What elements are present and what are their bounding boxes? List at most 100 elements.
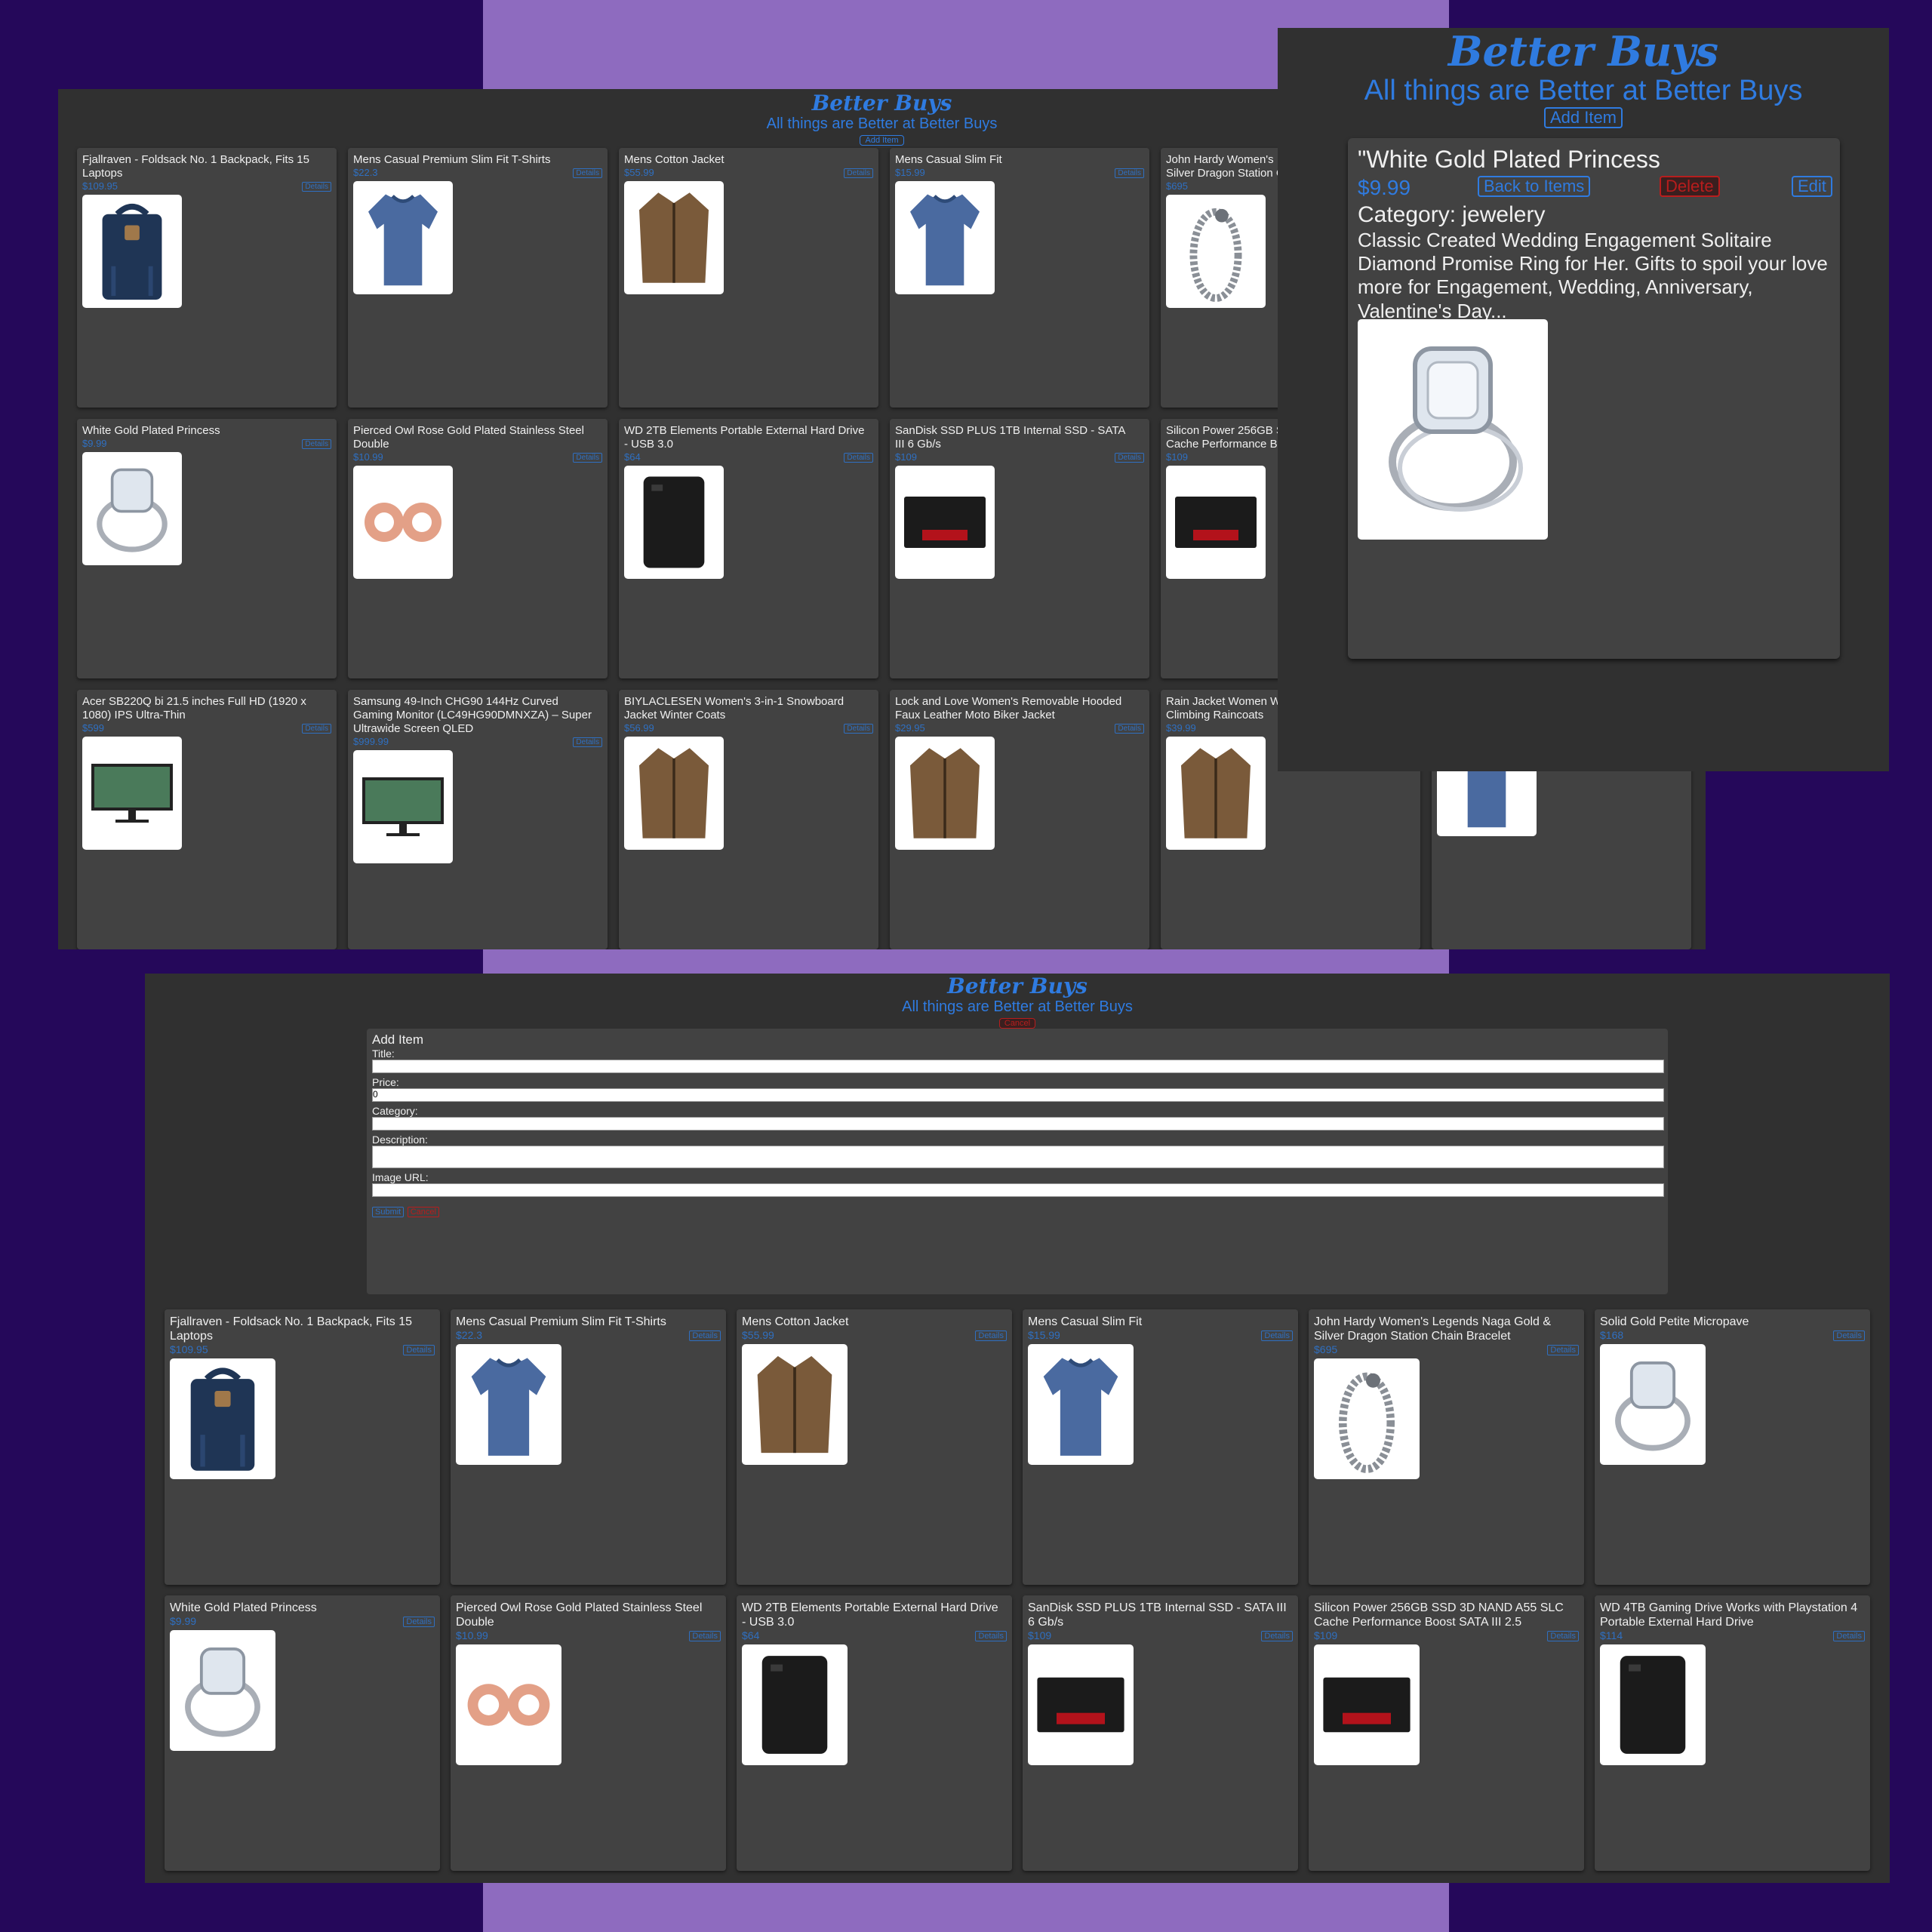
product-price: $10.99 [353,451,383,463]
product-card: Lock and Love Women's Removable Hooded F… [890,690,1149,949]
product-card: Mens Cotton Jacket $55.99 Details [619,148,878,408]
details-button[interactable]: Details [689,1631,721,1642]
details-button[interactable]: Details [1261,1331,1293,1342]
details-button[interactable]: Details [1833,1331,1865,1342]
product-grid: Fjallraven - Foldsack No. 1 Backpack, Fi… [165,1309,1870,1871]
ring-icon [1374,334,1532,526]
details-button[interactable]: Details [844,168,873,178]
product-image [170,1358,275,1480]
product-image [742,1344,848,1466]
item-category: Category: jewelery [1358,202,1546,227]
details-button[interactable]: Details [1115,168,1144,178]
product-card: BIYLACLESEN Women's 3-in-1 Snowboard Jac… [619,690,878,949]
form-heading: Add Item [372,1032,424,1047]
product-image [1600,1644,1706,1766]
details-button[interactable]: Details [844,724,873,734]
product-image [82,737,182,850]
product-image [1166,466,1266,579]
price-input[interactable]: 0 [372,1088,1664,1102]
image-url-input[interactable] [372,1183,1664,1197]
ssd-icon [1318,1649,1415,1761]
product-image [1166,737,1266,850]
product-price: $39.99 [1166,722,1196,734]
title-input[interactable] [372,1060,1664,1073]
product-price: $109 [1314,1629,1338,1642]
shirt-icon [460,1349,557,1460]
details-button[interactable]: Details [844,453,873,463]
item-image [1358,319,1548,540]
brand-logo: Better Buys [1447,28,1719,75]
description-textarea[interactable] [372,1146,1664,1168]
product-card: Fjallraven - Foldsack No. 1 Backpack, Fi… [165,1309,440,1585]
product-image [82,195,182,308]
details-button[interactable]: Details [302,439,331,449]
page-header: Better Buys All things are Better at Bet… [145,974,1890,1029]
add-item-button[interactable]: Add Item [860,135,904,146]
details-button[interactable]: Details [403,1345,435,1356]
product-image [624,466,724,579]
product-title: Pierced Owl Rose Gold Plated Stainless S… [353,424,584,451]
details-button[interactable]: Details [302,724,331,734]
jacket-icon [629,741,719,845]
product-title: Mens Casual Premium Slim Fit T-Shirts [456,1315,666,1328]
details-button[interactable]: Details [1547,1631,1579,1642]
details-button[interactable]: Details [975,1631,1007,1642]
details-button[interactable]: Details [573,168,602,178]
product-image [624,181,724,294]
product-title: BIYLACLESEN Women's 3-in-1 Snowboard Jac… [624,695,844,721]
details-button[interactable]: Details [573,737,602,747]
product-title: Samsung 49-Inch CHG90 144Hz Curved Gamin… [353,695,592,735]
product-card: WD 2TB Elements Portable External Hard D… [619,419,878,678]
product-title: SanDisk SSD PLUS 1TB Internal SSD - SATA… [895,424,1125,451]
category-input[interactable] [372,1117,1664,1131]
product-price: $109 [1166,451,1188,463]
edit-button[interactable]: Edit [1792,176,1832,198]
price-label: Price: [372,1076,399,1088]
details-button[interactable]: Details [573,453,602,463]
product-card: Solid Gold Petite Micropave$168 Details [1595,1309,1870,1585]
details-button[interactable]: Details [302,182,331,192]
product-image [1028,1644,1134,1766]
delete-button[interactable]: Delete [1660,176,1720,198]
details-button[interactable]: Details [1833,1631,1865,1642]
product-image [1600,1344,1706,1466]
bracelet-icon [1318,1363,1415,1475]
back-to-items-button[interactable]: Back to Items [1478,176,1591,198]
product-card: SanDisk SSD PLUS 1TB Internal SSD - SATA… [1023,1595,1298,1871]
product-price: $109 [1028,1629,1052,1642]
ssd-icon [1171,470,1261,574]
product-image [742,1644,848,1766]
product-title: Pierced Owl Rose Gold Plated Stainless S… [456,1601,703,1629]
details-button[interactable]: Details [1547,1345,1579,1356]
product-card: Samsung 49-Inch CHG90 144Hz Curved Gamin… [348,690,608,949]
details-button[interactable]: Details [1115,724,1144,734]
product-price: $109.95 [82,180,118,192]
submit-button[interactable]: Submit [372,1207,405,1217]
product-image [353,466,453,579]
product-price: $15.99 [1028,1329,1060,1342]
category-label: Category: [372,1105,418,1117]
page-header: Better Buys All things are Better at Bet… [1278,28,1889,129]
product-price: $109.95 [170,1343,208,1356]
product-title: Fjallraven - Foldsack No. 1 Backpack, Fi… [170,1315,413,1343]
product-card: Mens Cotton Jacket $55.99 Details [737,1309,1012,1585]
product-price: $114 [1600,1629,1623,1642]
add-item-button[interactable]: Add Item [1543,107,1623,129]
image-url-label: Image URL: [372,1171,429,1183]
details-button[interactable]: Details [975,1331,1007,1342]
details-button[interactable]: Details [403,1617,435,1628]
details-button[interactable]: Details [1261,1631,1293,1642]
cancel-add-button[interactable]: Cancel [998,1018,1036,1029]
jacket-icon [746,1349,843,1460]
tagline: All things are Better at Better Buys [902,998,1133,1015]
product-title: Mens Cotton Jacket [624,153,724,166]
product-image [895,181,995,294]
cancel-button[interactable]: Cancel [407,1207,439,1217]
product-card: Mens Casual Slim Fit $15.99 Details [890,148,1149,408]
product-title: Fjallraven - Foldsack No. 1 Backpack, Fi… [82,153,309,180]
product-image [1166,195,1266,308]
backpack-icon [174,1363,271,1475]
details-button[interactable]: Details [689,1331,721,1342]
details-button[interactable]: Details [1115,453,1144,463]
product-image [1028,1344,1134,1466]
